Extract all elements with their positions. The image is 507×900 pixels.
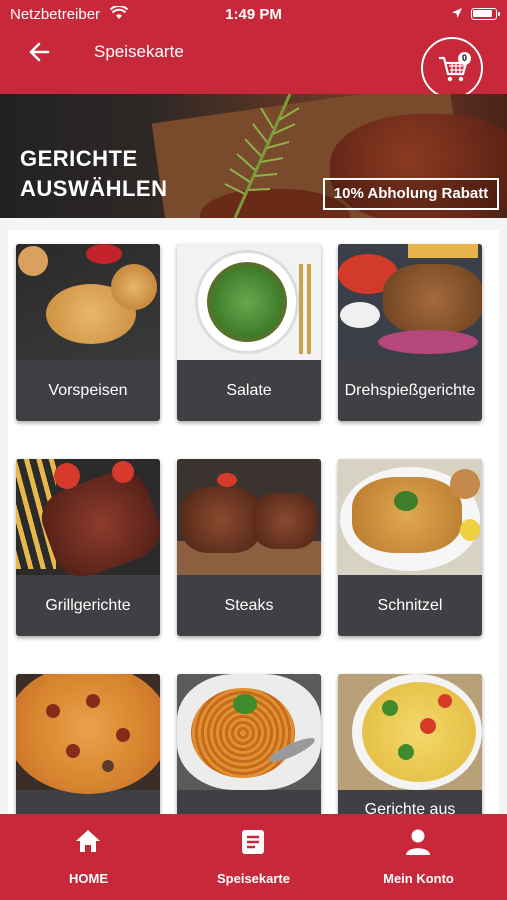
nav-speisekarte-label: Speisekarte <box>217 871 290 886</box>
category-card-pizza[interactable] <box>16 674 160 814</box>
banner-headline-line1: GERICHTE <box>20 146 138 171</box>
cart-button[interactable]: 0 <box>421 37 483 99</box>
home-icon <box>76 830 100 852</box>
spaghetti-image <box>177 674 321 790</box>
category-label: Schnitzel <box>377 596 443 614</box>
arrow-left-icon <box>29 42 50 62</box>
schnitzel-image <box>338 459 482 575</box>
category-card-schnitzel[interactable]: Schnitzel <box>338 459 482 636</box>
nav-mein-konto[interactable]: Mein Konto <box>334 814 503 900</box>
nav-home[interactable]: HOME <box>4 814 173 900</box>
category-grid: Vorspeisen Salate Drehspießgerichte Gril… <box>0 218 507 814</box>
category-card-steaks[interactable]: Steaks <box>177 459 321 636</box>
category-label: Grillgerichte <box>45 596 131 614</box>
category-label: Vorspeisen <box>48 381 128 399</box>
page-title: Speisekarte <box>94 42 184 61</box>
steak-image <box>177 459 321 575</box>
grilled-meat-image <box>16 459 160 586</box>
battery-icon <box>471 8 500 20</box>
pizza-image <box>16 674 160 794</box>
category-label: Steaks <box>224 596 274 614</box>
nav-speisekarte[interactable]: Speisekarte <box>169 814 338 900</box>
category-label: Salate <box>226 381 272 399</box>
category-label <box>16 790 160 814</box>
category-card-vorspeisen[interactable]: Vorspeisen <box>16 244 160 421</box>
menu-icon <box>242 830 264 854</box>
status-bar: Netzbetreiber 1:49 PM <box>0 0 507 28</box>
user-icon <box>406 829 430 855</box>
category-card-grillgerichte[interactable]: Grillgerichte <box>16 459 160 636</box>
status-time: 1:49 PM <box>225 6 282 23</box>
nav-mein-konto-label: Mein Konto <box>383 871 454 886</box>
category-card-salate[interactable]: Salate <box>177 244 321 421</box>
rosemary-image <box>224 94 300 218</box>
category-label: Gerichte aus <box>364 801 456 814</box>
banner-headline-line2: AUSWÄHLEN <box>20 176 168 201</box>
casserole-image <box>338 674 482 790</box>
category-card-pasta[interactable] <box>177 674 321 814</box>
doner-image <box>338 244 482 360</box>
category-label: Drehspießgerichte <box>344 381 476 399</box>
category-card-gerichte-aus[interactable]: Gerichte aus <box>338 674 482 814</box>
bottom-navigation: HOME Speisekarte Mein Konto <box>0 814 507 900</box>
category-card-drehspiess[interactable]: Drehspießgerichte <box>338 244 482 421</box>
salad-image <box>177 244 321 360</box>
nav-home-label: HOME <box>69 871 108 886</box>
promo-badge: 10% Abholung Rabatt <box>323 178 499 210</box>
cart-count-badge: 0 <box>458 52 471 65</box>
back-button[interactable] <box>26 38 54 66</box>
pizza-bread-image <box>16 244 160 360</box>
location-arrow-icon <box>451 6 463 23</box>
category-label <box>177 790 321 814</box>
banner-headline: GERICHTE AUSWÄHLEN <box>20 144 168 204</box>
category-grid-panel: Vorspeisen Salate Drehspießgerichte Gril… <box>8 230 499 814</box>
